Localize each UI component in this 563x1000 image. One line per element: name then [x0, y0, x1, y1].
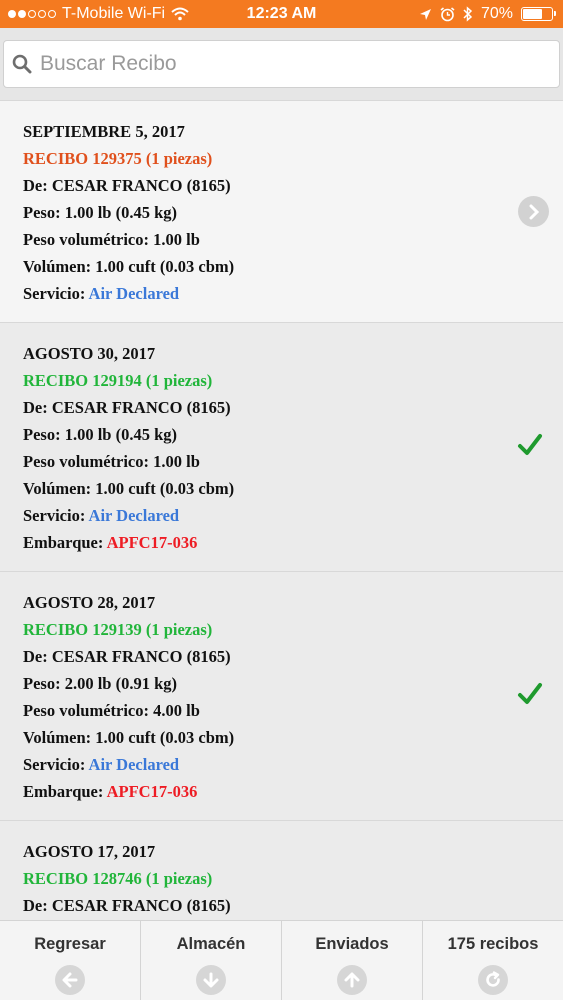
receipt-from: De: CESAR FRANCO (8165) [23, 896, 231, 915]
receipt-number: RECIBO 129194 (1 piezas) [23, 371, 213, 390]
search-input[interactable] [40, 41, 540, 87]
tab-label: Regresar [34, 935, 106, 953]
chevron-right-icon[interactable] [518, 196, 549, 227]
receipt-card[interactable]: SEPTIEMBRE 5, 2017 RECIBO 129375 (1 piez… [0, 100, 563, 322]
battery-percent: 70% [480, 5, 513, 22]
signal-strength-icon [8, 10, 56, 18]
receipt-weight: Peso: 2.00 lb (0.91 kg) [23, 674, 178, 693]
status-right: 70% [419, 0, 556, 28]
receipt-from: De: CESAR FRANCO (8165) [23, 176, 231, 195]
tab-almacen[interactable]: Almacén [140, 921, 281, 1000]
receipt-volume: Volúmen: 1.00 cuft (0.03 cbm) [23, 257, 235, 276]
receipt-card[interactable]: AGOSTO 30, 2017 RECIBO 129194 (1 piezas)… [0, 322, 563, 571]
search-bar [0, 28, 563, 100]
receipt-vol-weight: Peso volumétrico: 1.00 lb [23, 452, 200, 471]
arrow-down-icon [196, 965, 226, 995]
carrier-name: T-Mobile Wi-Fi [62, 5, 166, 22]
tab-enviados[interactable]: Enviados [281, 921, 422, 1000]
receipt-vol-weight: Peso volumétrico: 1.00 lb [23, 230, 200, 249]
tab-label: 175 recibos [447, 935, 539, 953]
receipt-from: De: CESAR FRANCO (8165) [23, 647, 231, 666]
receipt-volume: Volúmen: 1.00 cuft (0.03 cbm) [23, 479, 235, 498]
search-box[interactable] [3, 40, 560, 88]
tab-label: Enviados [315, 935, 389, 953]
receipt-card[interactable]: AGOSTO 17, 2017 RECIBO 128746 (1 piezas)… [0, 820, 563, 920]
receipt-list: SEPTIEMBRE 5, 2017 RECIBO 129375 (1 piez… [0, 100, 563, 920]
wifi-icon [171, 7, 189, 21]
receipt-number: RECIBO 129375 (1 piezas) [23, 149, 213, 168]
checkmark-icon [518, 434, 542, 455]
receipt-service: Servicio: Air Declared [23, 506, 180, 525]
search-icon [4, 40, 40, 88]
tab-regresar[interactable]: Regresar [0, 921, 140, 1000]
receipt-number: RECIBO 129139 (1 piezas) [23, 620, 213, 639]
status-left: T-Mobile Wi-Fi [8, 0, 189, 28]
tab-recibos-count[interactable]: 175 recibos [422, 921, 563, 1000]
bluetooth-icon [463, 6, 473, 22]
battery-icon [521, 7, 556, 21]
receipt-from: De: CESAR FRANCO (8165) [23, 398, 231, 417]
arrow-up-icon [337, 965, 367, 995]
receipt-weight: Peso: 1.00 lb (0.45 kg) [23, 425, 178, 444]
receipt-weight: Peso: 1.00 lb (0.45 kg) [23, 203, 178, 222]
battery-fill [523, 9, 542, 19]
location-arrow-icon [419, 8, 431, 20]
refresh-icon [478, 965, 508, 995]
receipt-date: AGOSTO 17, 2017 [23, 842, 156, 861]
bottom-tab-bar: Regresar Almacén Enviados 175 recibos [0, 920, 563, 1000]
receipt-volume: Volúmen: 1.00 cuft (0.03 cbm) [23, 728, 235, 747]
receipt-service: Servicio: Air Declared [23, 755, 180, 774]
receipt-shipment: Embarque: APFC17-036 [23, 782, 198, 801]
status-bar: T-Mobile Wi-Fi 12:23 AM 70% [0, 0, 563, 28]
receipt-number: RECIBO 128746 (1 piezas) [23, 869, 213, 888]
checkmark-icon [518, 683, 542, 704]
alarm-clock-icon [440, 6, 455, 21]
receipt-vol-weight: Peso volumétrico: 4.00 lb [23, 701, 200, 720]
receipt-date: SEPTIEMBRE 5, 2017 [23, 122, 185, 141]
receipt-service: Servicio: Air Declared [23, 284, 180, 303]
receipt-date: AGOSTO 28, 2017 [23, 593, 156, 612]
receipt-card[interactable]: AGOSTO 28, 2017 RECIBO 129139 (1 piezas)… [0, 571, 563, 820]
receipt-date: AGOSTO 30, 2017 [23, 344, 156, 363]
receipt-shipment: Embarque: APFC17-036 [23, 533, 198, 552]
tab-label: Almacén [176, 935, 246, 953]
arrow-left-icon [55, 965, 85, 995]
